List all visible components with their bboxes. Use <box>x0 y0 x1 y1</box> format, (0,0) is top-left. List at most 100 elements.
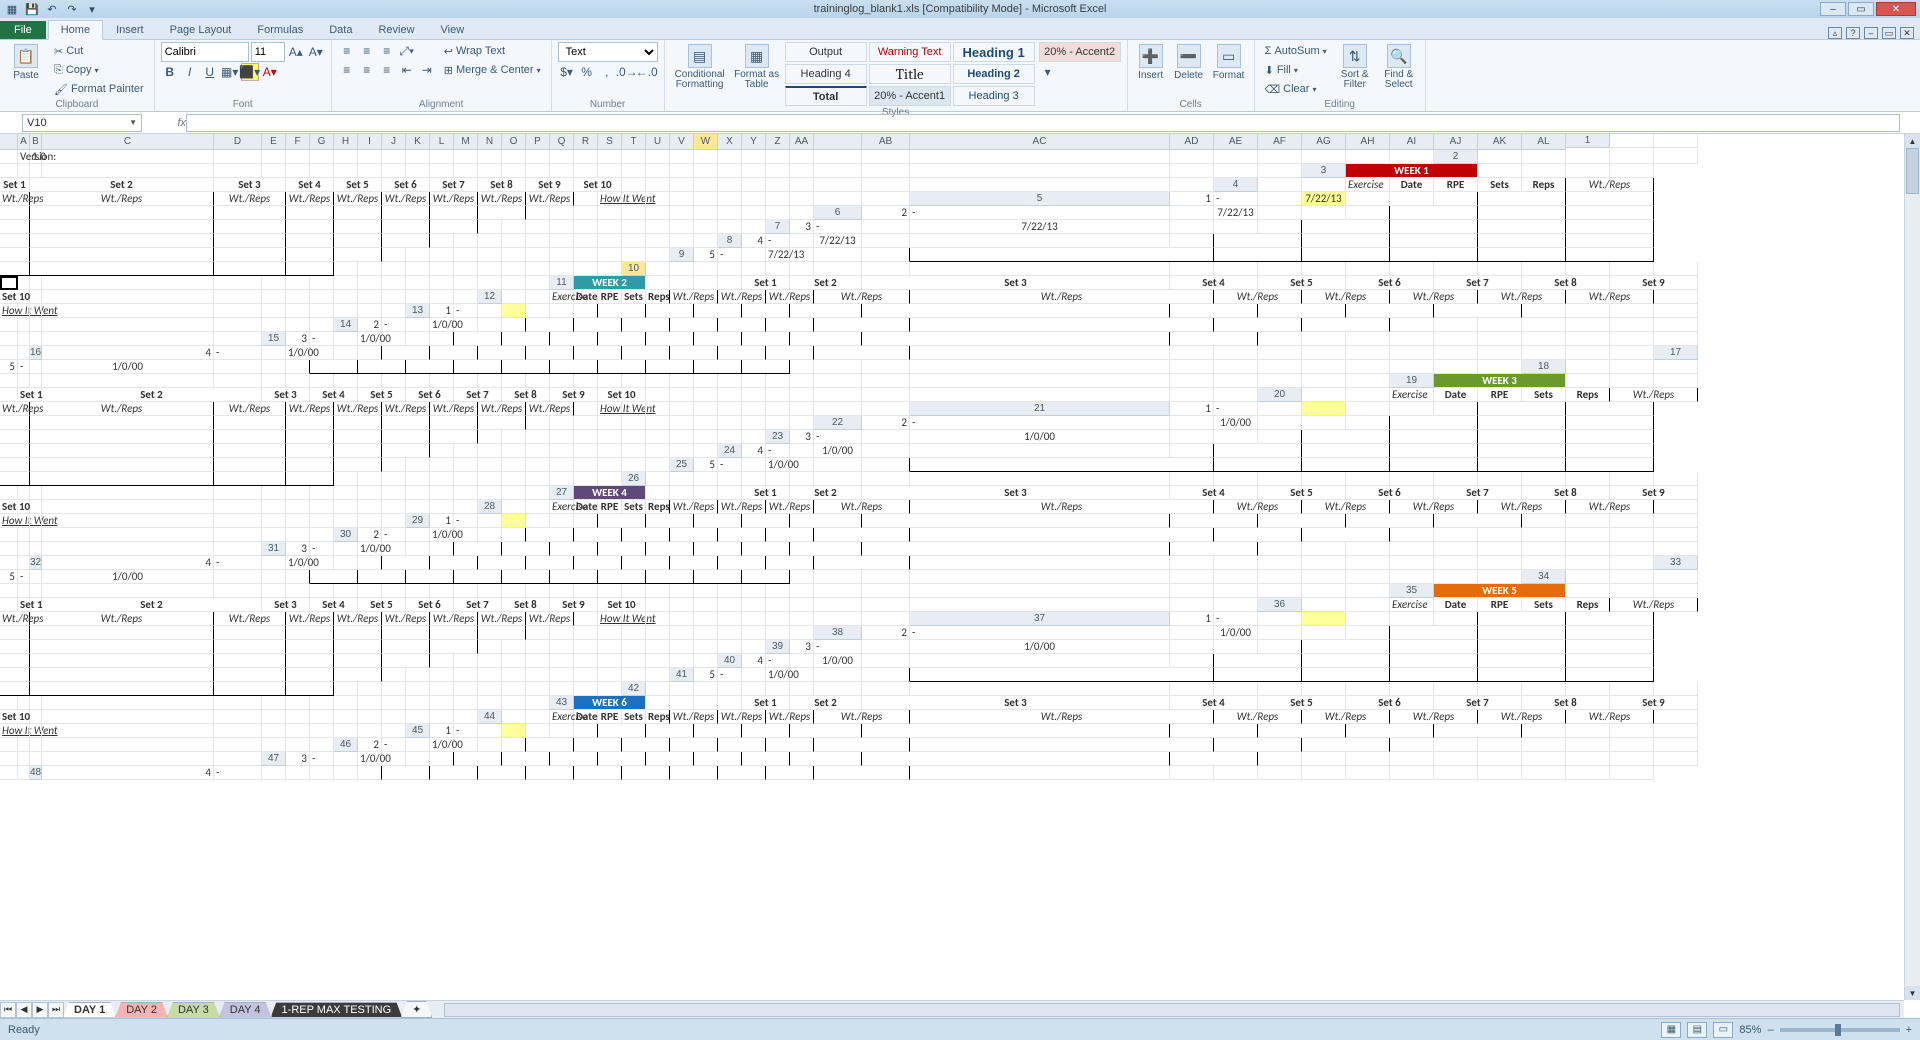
col-header[interactable]: AF <box>1258 134 1302 150</box>
col-header[interactable]: AH <box>1346 134 1390 150</box>
cell[interactable] <box>262 724 286 738</box>
cell[interactable] <box>382 430 430 444</box>
cell[interactable] <box>670 556 718 570</box>
cell[interactable] <box>286 584 310 598</box>
cell[interactable] <box>406 472 430 486</box>
cell[interactable]: Wt./Reps <box>214 402 286 416</box>
cell[interactable] <box>694 542 742 556</box>
cell[interactable] <box>1610 304 1654 318</box>
cell[interactable] <box>1170 444 1214 458</box>
cell[interactable] <box>646 542 694 556</box>
cell[interactable] <box>1170 178 1214 192</box>
cell[interactable]: Wt./Reps <box>910 500 1214 514</box>
cell[interactable]: Wt./Reps <box>1214 290 1302 304</box>
cell[interactable] <box>286 626 334 640</box>
cell[interactable] <box>1566 304 1610 318</box>
row-header[interactable]: 3 <box>1302 164 1346 178</box>
cell[interactable] <box>1434 360 1478 374</box>
cell[interactable] <box>30 206 214 220</box>
cell[interactable]: Set 6 <box>1346 276 1434 290</box>
cell[interactable] <box>334 500 358 514</box>
cell[interactable] <box>1302 346 1346 360</box>
cell[interactable] <box>718 150 742 164</box>
cell[interactable] <box>214 752 262 766</box>
cell[interactable]: Wt./Reps <box>334 612 382 626</box>
cell[interactable] <box>694 598 718 612</box>
cell[interactable] <box>1214 682 1258 696</box>
cell[interactable] <box>718 192 742 206</box>
cell[interactable] <box>1170 430 1214 444</box>
cell[interactable] <box>286 458 334 472</box>
win-close[interactable]: ✕ <box>1876 2 1916 16</box>
cell[interactable] <box>1610 570 1654 584</box>
cell[interactable]: Wt./Reps <box>1214 710 1302 724</box>
cell[interactable] <box>646 150 670 164</box>
cell[interactable]: 4 <box>42 556 214 570</box>
cell[interactable]: Wt./Reps <box>430 192 478 206</box>
cell[interactable] <box>1434 332 1478 346</box>
cell[interactable] <box>694 402 718 416</box>
cell[interactable] <box>1610 528 1654 542</box>
cell[interactable] <box>1390 528 1434 542</box>
cell[interactable]: Set 4 <box>1170 696 1258 710</box>
cell[interactable]: Set 3 <box>262 598 310 612</box>
cell[interactable] <box>862 332 1170 346</box>
cell[interactable]: Set 1 <box>18 598 42 612</box>
cell[interactable] <box>0 626 30 640</box>
cell[interactable] <box>30 220 214 234</box>
cell[interactable] <box>30 486 42 500</box>
row-header[interactable]: 19 <box>1390 374 1434 388</box>
cell[interactable] <box>574 402 598 416</box>
cell[interactable] <box>1478 528 1522 542</box>
cell[interactable]: Set 8 <box>1522 276 1610 290</box>
cell[interactable] <box>1170 164 1214 178</box>
cell[interactable] <box>526 150 550 164</box>
cell[interactable]: 2 <box>862 416 910 430</box>
col-header[interactable]: I <box>358 134 382 150</box>
cell[interactable] <box>910 318 1214 332</box>
cell[interactable] <box>1610 738 1654 752</box>
align-center[interactable]: ≡ <box>358 61 376 79</box>
cell[interactable] <box>358 514 382 528</box>
cell[interactable]: Wt./Reps <box>1390 290 1478 304</box>
cell[interactable] <box>550 332 598 346</box>
cell[interactable] <box>334 430 382 444</box>
cell[interactable] <box>42 738 214 752</box>
cell[interactable] <box>382 640 430 654</box>
help-icon[interactable]: ? <box>1846 27 1860 39</box>
cell[interactable]: RPE <box>1434 178 1478 192</box>
cell[interactable] <box>862 724 1170 738</box>
cell[interactable] <box>214 206 286 220</box>
cell[interactable] <box>718 598 742 612</box>
cell[interactable] <box>790 514 862 528</box>
cell[interactable] <box>1390 346 1434 360</box>
cell[interactable] <box>814 598 862 612</box>
row-header[interactable]: 44 <box>478 710 502 724</box>
cell[interactable] <box>1302 542 1346 556</box>
cell[interactable] <box>310 164 334 178</box>
cell[interactable]: - <box>382 318 406 332</box>
cell[interactable] <box>766 416 790 430</box>
cell[interactable] <box>1214 234 1302 248</box>
cell[interactable] <box>694 164 718 178</box>
cell[interactable] <box>382 654 430 668</box>
cell[interactable] <box>910 374 1170 388</box>
cell[interactable] <box>550 262 574 276</box>
cell[interactable]: - <box>214 556 262 570</box>
cell[interactable] <box>694 304 742 318</box>
cell[interactable] <box>358 570 406 584</box>
cell[interactable] <box>334 220 382 234</box>
cell[interactable] <box>862 640 910 654</box>
cell[interactable] <box>790 262 814 276</box>
col-header[interactable]: R <box>574 134 598 150</box>
cell[interactable] <box>358 346 382 360</box>
cell[interactable] <box>694 262 718 276</box>
cell[interactable] <box>310 500 334 514</box>
cell[interactable] <box>502 472 526 486</box>
cell[interactable] <box>502 374 526 388</box>
cell[interactable] <box>1346 346 1390 360</box>
cell[interactable]: 1/0/00 <box>430 528 454 542</box>
cell[interactable] <box>1522 150 1566 164</box>
cell[interactable]: Wt./Reps <box>30 402 214 416</box>
cell[interactable] <box>742 164 766 178</box>
